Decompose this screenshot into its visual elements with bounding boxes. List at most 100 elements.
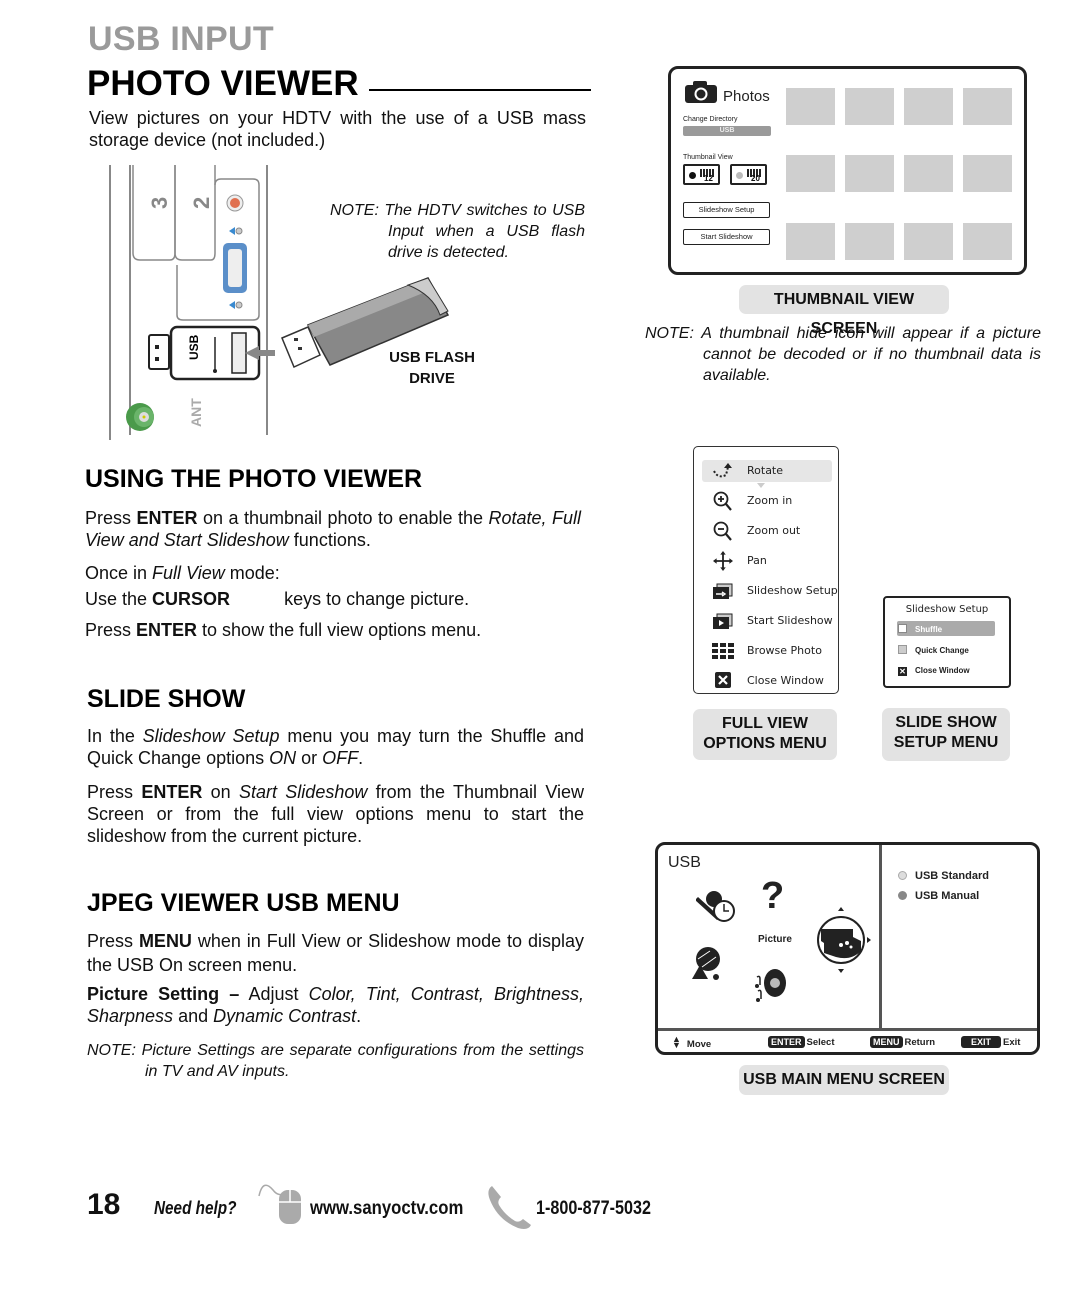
using-paragraph-2: Once in Full View mode: <box>85 562 280 584</box>
enter-key-text: ENTER <box>136 620 198 640</box>
menu-item-label: Pan <box>747 554 767 567</box>
pan-icon <box>713 551 733 571</box>
thumbnail-tile[interactable] <box>963 223 1012 260</box>
thumbnail-tile[interactable] <box>904 223 953 260</box>
title-rule <box>368 89 591 91</box>
channel-dish-icon[interactable] <box>690 945 722 981</box>
jpeg-paragraph-1: Press MENU when in Full View or Slidesho… <box>87 929 584 977</box>
thumbnail-view-label: Thumbnail View <box>683 154 733 161</box>
svg-text:USB: USB <box>187 334 201 360</box>
text: or <box>296 748 323 768</box>
page-title-text: PHOTO VIEWER <box>87 64 359 103</box>
on-text: ON <box>269 748 297 768</box>
using-paragraph-3: Use the CURSOR keys to change picture. <box>85 588 469 610</box>
divider <box>879 845 882 1028</box>
rotate-icon <box>713 463 732 478</box>
picture-settings-note: NOTE: Picture Settings are separate conf… <box>87 1040 584 1082</box>
start-slideshow-button[interactable]: Start Slideshow <box>683 229 770 245</box>
menu-item-slideshow-setup[interactable]: Slideshow Setup <box>694 579 838 603</box>
thumbnail-tile[interactable] <box>904 155 953 192</box>
current-category-label: Picture <box>758 934 792 945</box>
view-count: 12 <box>704 174 713 183</box>
note-body: The HDTV switches to USB Input when a US… <box>384 202 585 261</box>
option-usb-standard[interactable]: USB Standard <box>898 870 989 882</box>
full-view-options-menu: Rotate Zoom in Zoom out Pan Slideshow Se… <box>693 446 839 694</box>
text: Once in <box>85 563 153 583</box>
option-label: Quick Change <box>915 646 969 655</box>
close-icon: ✕ <box>898 667 907 676</box>
support-website-link[interactable]: www.sanyoctv.com <box>310 1198 463 1220</box>
footer-label: Return <box>904 1037 936 1048</box>
divider <box>658 1028 1037 1031</box>
exit-key-badge: EXIT <box>961 1036 1002 1048</box>
footer-enter: ENTER Select <box>768 1036 835 1048</box>
text: and <box>173 1006 214 1026</box>
text: Press <box>87 931 139 951</box>
option-usb-manual[interactable]: USB Manual <box>898 890 979 902</box>
option-shuffle[interactable]: Shuffle <box>898 624 942 634</box>
setup-clock-icon[interactable] <box>695 887 736 925</box>
view-20-button[interactable]: 20 <box>730 164 767 185</box>
page-title: PHOTO VIEWER <box>87 64 591 104</box>
audio-speaker-icon[interactable] <box>753 967 789 1003</box>
menu-item-pan[interactable]: Pan <box>694 549 838 573</box>
usb-main-menu-screen: USB ? Picture USB Standard USB Manual ▲ ▼… <box>655 842 1040 1055</box>
svg-text:ANT: ANT <box>188 398 204 427</box>
view-12-button[interactable]: 12 <box>683 164 720 185</box>
start-slideshow-text: Start Slideshow <box>238 782 368 802</box>
radio-selected-icon <box>689 172 696 179</box>
photos-title: Photos <box>723 88 770 105</box>
enter-key-text: ENTER <box>136 508 198 528</box>
picture-category-selected-icon[interactable] <box>811 907 871 973</box>
thumbnail-tile[interactable] <box>963 155 1012 192</box>
slideshow-setup-button[interactable]: Slideshow Setup <box>683 202 770 218</box>
menu-item-label: Browse Photo <box>747 644 822 657</box>
full-view-options-caption: FULL VIEW OPTIONS MENU <box>693 709 837 760</box>
option-close-window[interactable]: ✕ Close Window <box>898 666 970 676</box>
text: . <box>356 1006 362 1026</box>
phone-icon <box>486 1184 532 1230</box>
text: on a thumbnail photo to enable the <box>197 508 489 528</box>
thumbnail-tile[interactable] <box>786 88 835 125</box>
menu-item-label: Start Slideshow <box>747 614 833 627</box>
option-quick-change[interactable]: Quick Change <box>898 645 969 655</box>
text: Press <box>87 782 142 802</box>
usb-flash-drive-label: USB FLASH DRIVE <box>382 347 482 389</box>
radio-icon <box>898 891 907 900</box>
text: . <box>358 748 364 768</box>
enter-key-text: ENTER <box>141 782 203 802</box>
text: Press <box>85 620 137 640</box>
thumbnail-tile[interactable] <box>845 155 894 192</box>
picture-setting-text: Picture Setting – <box>87 984 240 1004</box>
flash-label-line2: DRIVE <box>409 370 455 387</box>
thumbnail-tile[interactable] <box>845 88 894 125</box>
menu-item-label: Close Window <box>747 674 824 687</box>
option-label: Shuffle <box>915 625 943 634</box>
menu-item-rotate[interactable]: Rotate <box>694 459 838 483</box>
checkbox-icon <box>898 624 907 633</box>
usb-menu-title: USB <box>668 854 701 871</box>
note-body: A thumbnail hide icon will appear if a p… <box>701 325 1041 384</box>
thumbnail-view-screen: Photos Change Directory USB Thumbnail Vi… <box>668 66 1027 275</box>
menu-item-zoom-in[interactable]: Zoom in <box>694 489 838 513</box>
thumbnail-tile[interactable] <box>963 88 1012 125</box>
menu-item-close-window[interactable]: Close Window <box>694 669 838 693</box>
svg-text:3: 3 <box>147 197 172 209</box>
menu-item-label: Zoom out <box>747 524 801 537</box>
thumbnail-tile[interactable] <box>845 223 894 260</box>
slideshow-setup-title: Slideshow Setup <box>905 604 989 615</box>
jpeg-viewer-heading: JPEG VIEWER USB MENU <box>87 889 400 917</box>
svg-text:2: 2 <box>189 197 214 209</box>
thumbnail-tile[interactable] <box>904 88 953 125</box>
menu-item-zoom-out[interactable]: Zoom out <box>694 519 838 543</box>
menu-item-browse-photo[interactable]: Browse Photo <box>694 639 838 663</box>
help-question-icon[interactable]: ? <box>761 875 784 918</box>
directory-selector[interactable]: USB <box>683 126 771 136</box>
thumbnail-tile[interactable] <box>786 155 835 192</box>
slideshow-setup-icon <box>713 583 733 599</box>
zoom-in-icon <box>713 491 732 511</box>
menu-item-start-slideshow[interactable]: Start Slideshow <box>694 609 838 633</box>
thumbnail-tile[interactable] <box>786 223 835 260</box>
checkbox-icon <box>898 645 907 654</box>
camera-icon <box>685 81 717 103</box>
